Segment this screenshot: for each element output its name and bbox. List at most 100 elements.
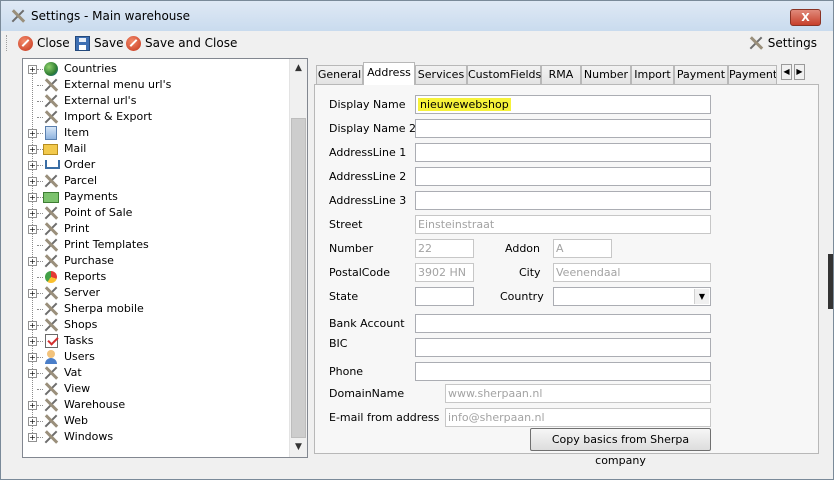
tree-item-label: Print Templates — [64, 238, 149, 251]
tree-item[interactable]: + Users — [23, 349, 289, 365]
tree-item[interactable]: + Order — [23, 157, 289, 173]
close-button[interactable]: Close — [18, 34, 70, 52]
title-bar[interactable]: Settings - Main warehouse X — [1, 1, 833, 31]
tree-item-label: Users — [64, 350, 95, 363]
tree-item[interactable]: + Windows — [23, 429, 289, 445]
tree-item[interactable]: + Vat — [23, 365, 289, 381]
floppy-disk-icon — [75, 35, 90, 51]
tab-payment-2[interactable]: Payment — [728, 65, 777, 84]
tab-payment[interactable]: Payment — [674, 65, 728, 84]
tree-list: + Countries External menu url's External ur… — [23, 61, 289, 445]
scroll-up-icon[interactable]: ▲ — [290, 60, 307, 77]
city-label: City — [519, 266, 541, 279]
display-name-field[interactable]: nieuwewebshop — [415, 95, 711, 114]
tree-item-label: Windows — [64, 430, 114, 443]
expand-icon[interactable]: + — [28, 209, 37, 218]
tree-connector — [37, 69, 43, 70]
tree-item[interactable]: Reports — [23, 269, 289, 285]
tree-scrollbar[interactable]: ▲ ▼ — [289, 59, 307, 457]
domain-name-field: www.sherpaan.nl — [445, 384, 711, 403]
item-icon — [45, 126, 57, 140]
tree-item[interactable]: + Server — [23, 285, 289, 301]
display-name-2-label: Display Name 2 — [329, 122, 416, 135]
expand-icon[interactable]: + — [28, 177, 37, 186]
tree-item[interactable]: + Print — [23, 221, 289, 237]
expand-icon[interactable]: + — [28, 417, 37, 426]
tab-import[interactable]: Import — [631, 65, 674, 84]
expand-icon[interactable]: + — [28, 65, 37, 74]
tab-rma[interactable]: RMA — [541, 65, 581, 84]
address-line-2-field[interactable] — [415, 167, 711, 186]
expand-icon[interactable]: + — [28, 225, 37, 234]
tree-item[interactable]: + Tasks — [23, 333, 289, 349]
bank-account-field[interactable] — [415, 314, 711, 333]
tree-item[interactable]: + Point of Sale — [23, 205, 289, 221]
tree-item[interactable]: Import & Export — [23, 109, 289, 125]
address-line-3-field[interactable] — [415, 191, 711, 210]
tree-item[interactable]: + Item — [23, 125, 289, 141]
tree-item[interactable]: + Shops — [23, 317, 289, 333]
expand-icon[interactable]: + — [28, 289, 37, 298]
tree-item[interactable]: + Warehouse — [23, 397, 289, 413]
tree-item[interactable]: External url's — [23, 93, 289, 109]
tree-item-label: Countries — [64, 62, 117, 75]
display-name-label: Display Name — [329, 98, 406, 111]
window-title: Settings - Main warehouse — [31, 9, 191, 23]
expand-icon[interactable]: + — [28, 353, 37, 362]
close-icon — [126, 35, 141, 51]
chevron-down-icon[interactable]: ▼ — [694, 289, 709, 304]
country-select[interactable]: ▼ — [553, 287, 711, 306]
expand-icon[interactable]: + — [28, 257, 37, 266]
tab-address[interactable]: Address — [363, 62, 415, 85]
settings-tree[interactable]: + Countries External menu url's External ur… — [22, 58, 308, 458]
tree-item[interactable]: + Payments — [23, 189, 289, 205]
expand-icon[interactable]: + — [28, 145, 37, 154]
tree-item[interactable]: External menu url's — [23, 77, 289, 93]
tree-item[interactable]: + Mail — [23, 141, 289, 157]
settings-window: Settings - Main warehouse X Close Save S… — [0, 0, 834, 480]
tree-item[interactable]: + Parcel — [23, 173, 289, 189]
tree-item[interactable]: + Web — [23, 413, 289, 429]
expand-icon[interactable]: + — [28, 193, 37, 202]
copy-basics-button[interactable]: Copy basics from Sherpa company — [530, 428, 711, 467]
tree-item[interactable]: Sherpa mobile — [23, 301, 289, 317]
tree-item[interactable]: Print Templates — [23, 237, 289, 253]
tab-general[interactable]: General — [316, 65, 363, 84]
scrollbar-thumb[interactable] — [291, 118, 306, 438]
tab-strip: General Address Services CustomFields RM… — [314, 62, 819, 85]
expand-icon[interactable]: + — [28, 337, 37, 346]
expand-icon[interactable]: + — [28, 433, 37, 442]
tab-scroll-right-icon[interactable]: ▶ — [794, 64, 805, 80]
tab-services[interactable]: Services — [415, 65, 467, 84]
window-close-button[interactable]: X — [790, 9, 821, 26]
address-line-1-label: AddressLine 1 — [329, 146, 407, 159]
tools-icon — [43, 237, 59, 253]
toolbar: Close Save Save and Close Settings — [1, 31, 833, 55]
tree-item[interactable]: View — [23, 381, 289, 397]
tree-item[interactable]: + Countries — [23, 61, 289, 77]
save-and-close-button[interactable]: Save and Close — [126, 34, 237, 52]
expand-icon[interactable]: + — [28, 161, 37, 170]
address-line-1-field[interactable] — [415, 143, 711, 162]
reports-icon — [43, 269, 59, 285]
email-from-label: E-mail from address — [329, 411, 440, 424]
save-button[interactable]: Save — [75, 34, 123, 52]
display-name-2-field[interactable] — [415, 119, 711, 138]
street-label: Street — [329, 218, 363, 231]
expand-icon[interactable]: + — [28, 401, 37, 410]
settings-button[interactable]: Settings — [748, 34, 817, 52]
scroll-down-icon[interactable]: ▼ — [290, 439, 307, 456]
expand-icon[interactable]: + — [28, 369, 37, 378]
tab-number[interactable]: Number — [581, 65, 631, 84]
expand-icon[interactable]: + — [28, 129, 37, 138]
tab-scroll-left-icon[interactable]: ◀ — [781, 64, 792, 80]
addon-field: A — [553, 239, 612, 258]
state-field[interactable] — [415, 287, 474, 306]
tree-item[interactable]: + Purchase — [23, 253, 289, 269]
phone-field[interactable] — [415, 362, 711, 381]
tab-customfields[interactable]: CustomFields — [467, 65, 541, 84]
expand-icon[interactable]: + — [28, 321, 37, 330]
bic-field[interactable] — [415, 338, 711, 357]
tasks-icon — [45, 334, 58, 348]
city-field: Veenendaal — [553, 263, 711, 282]
